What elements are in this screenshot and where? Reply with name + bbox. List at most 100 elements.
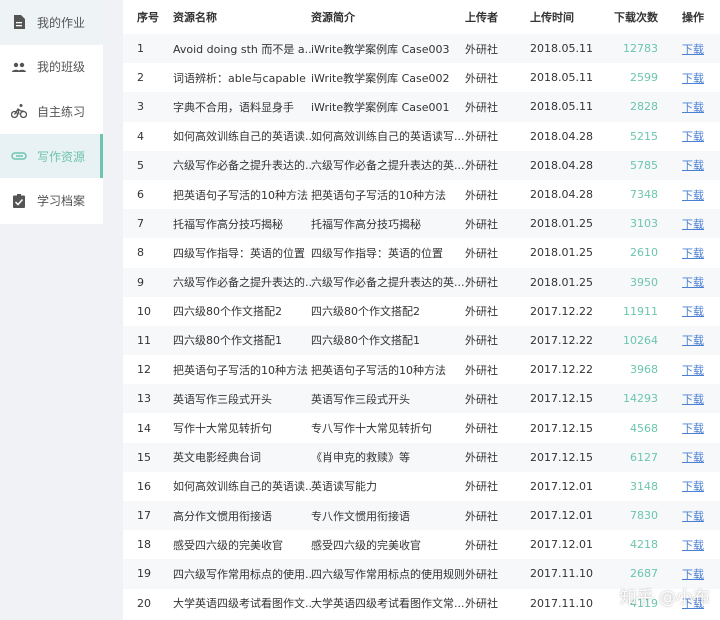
resource-name: 六级写作必备之提升表达的... xyxy=(173,276,311,290)
row-index: 15 xyxy=(137,450,151,464)
column-header: 资源名称 xyxy=(173,11,217,24)
sidebar-item-my-class[interactable]: 我的班级 xyxy=(0,45,103,90)
resource-name: Avoid doing sth 而不是 a... xyxy=(173,42,311,56)
sidebar-item-learning-records[interactable]: 学习档案 xyxy=(0,178,103,223)
upload-time: 2018.05.11 xyxy=(530,42,593,56)
download-link[interactable]: 下载 xyxy=(682,34,720,63)
upload-time: 2018.01.25 xyxy=(530,246,593,260)
download-link[interactable]: 下载 xyxy=(682,384,720,413)
sidebar-item-label: 学习档案 xyxy=(37,194,86,209)
download-link[interactable]: 下载 xyxy=(682,326,720,355)
download-link[interactable]: 下载 xyxy=(682,268,720,297)
download-count: 5215 xyxy=(630,129,658,143)
resource-description: 英语写作三段式开头 xyxy=(311,392,410,406)
download-count: 12783 xyxy=(623,42,658,56)
resource-name: 写作十大常见转折句 xyxy=(173,422,272,436)
uploader: 外研社 xyxy=(465,451,498,465)
download-link[interactable]: 下载 xyxy=(682,501,720,530)
table-row: 4 如何高效训练自己的英语读... 如何高效训练自己的英语读写... 外研社 2018.… xyxy=(123,122,720,151)
resource-description: 托福写作高分技巧揭秘 xyxy=(311,217,421,231)
table-row: 5 六级写作必备之提升表达的... 六级写作必备之提升表达的英... 外研社 2018.… xyxy=(123,150,720,180)
uploader: 外研社 xyxy=(465,567,498,581)
upload-time: 2017.12.01 xyxy=(530,479,593,493)
row-index: 5 xyxy=(137,158,144,172)
resource-description: 英语读写能力 xyxy=(311,480,377,494)
resource-description: 四级写作指导：英语的位置 xyxy=(311,246,443,260)
download-count: 7348 xyxy=(630,188,658,202)
download-count: 7830 xyxy=(630,509,658,523)
download-link[interactable]: 下载 xyxy=(682,355,720,384)
upload-time: 2017.12.15 xyxy=(530,450,593,464)
uploader: 外研社 xyxy=(465,276,498,290)
resource-name: 把英语句子写活的10种方法 xyxy=(173,188,308,202)
download-link[interactable]: 下载 xyxy=(682,180,720,209)
row-index: 8 xyxy=(137,246,144,260)
resource-name: 四六级80个作文搭配1 xyxy=(173,334,282,348)
upload-time: 2018.04.28 xyxy=(530,158,593,172)
row-index: 12 xyxy=(137,363,151,377)
resource-name: 感受四六级的完美收官 xyxy=(173,538,283,552)
sidebar-item-my-homework[interactable]: 我的作业 xyxy=(0,0,103,45)
uploader: 外研社 xyxy=(465,100,498,114)
upload-time: 2018.01.25 xyxy=(530,217,593,231)
resource-name: 英文电影经典台词 xyxy=(173,451,261,465)
download-link[interactable]: 下载 xyxy=(682,151,720,180)
upload-time: 2017.12.15 xyxy=(530,392,593,406)
upload-time: 2017.12.22 xyxy=(530,304,593,318)
uploader: 外研社 xyxy=(465,597,498,611)
download-link[interactable]: 下载 xyxy=(682,297,720,326)
download-count: 6127 xyxy=(630,450,658,464)
table-row: 6 把英语句子写活的10种方法 把英语句子写活的10种方法 外研社 2018.04.28… xyxy=(123,180,720,209)
row-index: 3 xyxy=(137,100,144,114)
table-row: 1 Avoid doing sth 而不是 a... iWrite教学案例库 Cas… xyxy=(123,34,720,64)
resource-name: 四级写作指导：英语的位置 xyxy=(173,246,305,260)
upload-time: 2017.12.01 xyxy=(530,509,593,523)
uploader: 外研社 xyxy=(465,217,498,231)
sidebar-item-self-practice[interactable]: 自主练习 xyxy=(0,89,103,134)
upload-time: 2018.05.11 xyxy=(530,71,593,85)
table-row: 18 感受四六级的完美收官 感受四六级的完美收官 外研社 2017.12.01 4218 下… xyxy=(123,530,720,559)
download-count: 2610 xyxy=(630,246,658,260)
uploader: 外研社 xyxy=(465,392,498,406)
resource-name: 六级写作必备之提升表达的... xyxy=(173,159,311,173)
download-link[interactable]: 下载 xyxy=(682,530,720,559)
column-header: 上传者 xyxy=(465,11,498,24)
download-link[interactable]: 下载 xyxy=(682,63,720,92)
download-link[interactable]: 下载 xyxy=(682,122,720,151)
people-icon xyxy=(12,62,26,72)
upload-time: 2018.04.28 xyxy=(530,188,593,202)
resource-name: 高分作文惯用衔接语 xyxy=(173,509,272,523)
link-icon xyxy=(11,152,27,160)
resource-description: 专八写作十大常见转折句 xyxy=(311,422,432,436)
uploader: 外研社 xyxy=(465,42,498,56)
row-index: 18 xyxy=(137,538,151,552)
uploader: 外研社 xyxy=(465,305,498,319)
uploader: 外研社 xyxy=(465,130,498,144)
download-link[interactable]: 下载 xyxy=(682,443,720,472)
download-count: 4218 xyxy=(630,538,658,552)
resource-description: 大学英语四级考试看图作文常... xyxy=(311,597,465,611)
resource-description: 《肖申克的救赎》等 xyxy=(311,451,410,465)
column-header: 序号 xyxy=(137,11,159,24)
upload-time: 2017.11.10 xyxy=(530,567,593,581)
download-link[interactable]: 下载 xyxy=(682,209,720,238)
download-link[interactable]: 下载 xyxy=(682,92,720,121)
download-count: 11911 xyxy=(623,304,658,318)
table-row: 15 英文电影经典台词 《肖申克的救赎》等 外研社 2017.12.15 6127 下载 xyxy=(123,442,720,472)
table-row: 14 写作十大常见转折句 专八写作十大常见转折句 外研社 2017.12.15 4568 下… xyxy=(123,413,720,442)
download-link[interactable]: 下载 xyxy=(682,413,720,442)
resource-description: iWrite教学案例库 Case002 xyxy=(311,71,450,85)
row-index: 16 xyxy=(137,479,151,493)
row-index: 13 xyxy=(137,392,151,406)
resources-table-panel: 序号 资源名称 资源简介 上传者 上传时间 下载次数 操作 1 Avoid doing sth… xyxy=(123,0,720,620)
upload-time: 2017.12.01 xyxy=(530,538,593,552)
download-count: 3103 xyxy=(630,217,658,231)
download-count: 2599 xyxy=(630,71,658,85)
sidebar-item-writing-resources[interactable]: 写作资源 xyxy=(0,133,103,179)
download-link[interactable]: 下载 xyxy=(682,238,720,267)
download-link[interactable]: 下载 xyxy=(682,472,720,501)
column-header: 上传时间 xyxy=(530,11,574,24)
column-header: 操作 xyxy=(682,11,704,24)
download-count: 3950 xyxy=(630,275,658,289)
resource-name: 如何高效训练自己的英语读... xyxy=(173,480,311,494)
